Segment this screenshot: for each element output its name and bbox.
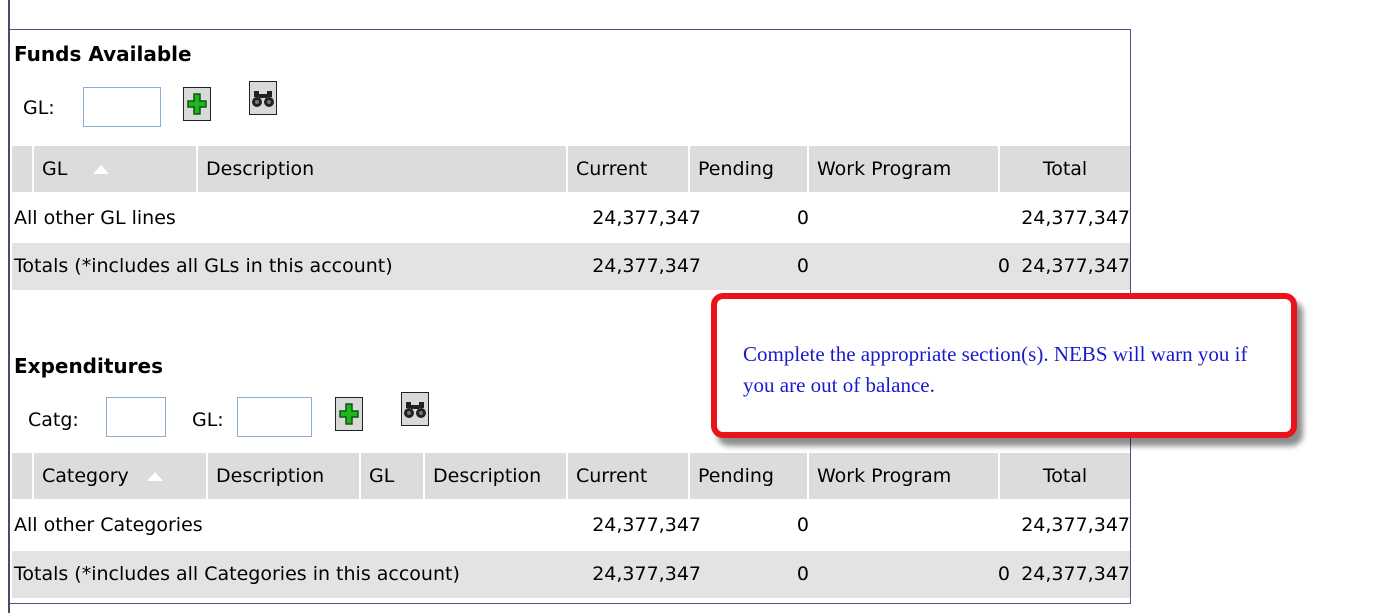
plus-icon [339,403,359,425]
table-row-totals: Totals (*includes all GLs in this accoun… [12,243,1130,290]
table-row: All other Categories 24,377,347 0 24,377… [12,502,1130,549]
row-label: All other GL lines [14,207,176,229]
funds-grid-header: GL Description Current Pending Work Prog… [12,146,1130,192]
funds-gl-input[interactable] [83,87,161,127]
cell-pending: 0 [796,207,809,229]
expenditures-grid-header: Category Description GL Description Curr… [12,453,1130,499]
cell-pending: 0 [796,563,809,585]
row-label: All other Categories [14,514,203,536]
expenditures-search-button[interactable] [401,392,429,426]
column-header-gl[interactable]: GL [34,146,198,192]
column-header-gl-label: GL [42,158,68,180]
callout-text: Complete the appropriate section(s). NEB… [743,342,1248,397]
column-header-pending[interactable]: Pending [690,146,809,192]
expenditures-catg-label: Catg: [28,409,79,431]
column-header-work-program[interactable]: Work Program [809,453,1000,499]
row-label: Totals (*includes all GLs in this accoun… [14,255,393,277]
expenditures-gl-label: GL: [192,409,224,431]
column-header-current[interactable]: Current [568,453,690,499]
column-header-category-description[interactable]: Description [208,453,361,499]
plus-icon [187,93,207,115]
table-row: All other GL lines 24,377,347 0 24,377,3… [12,195,1130,242]
header-spacer [12,453,34,499]
cell-total: 24,377,347 [1021,563,1130,585]
expenditures-catg-input[interactable] [106,397,166,437]
column-header-description[interactable]: Description [198,146,568,192]
expenditures-add-button[interactable] [335,397,363,431]
cell-work-program [809,195,1000,242]
binoculars-icon [404,402,426,418]
instruction-callout: Complete the appropriate section(s). NEB… [711,293,1297,438]
column-header-work-program[interactable]: Work Program [809,146,1000,192]
column-header-pending[interactable]: Pending [690,453,809,499]
cell-pending: 0 [796,255,809,277]
cell-work-program: 0 [997,563,1010,585]
column-header-gl-description[interactable]: Description [425,453,568,499]
cell-current: 24,377,347 [592,514,701,536]
cell-total: 24,377,347 [1021,255,1130,277]
column-header-total[interactable]: Total [1000,146,1130,192]
funds-add-button[interactable] [183,87,211,121]
sort-ascending-icon [146,472,163,481]
binoculars-icon [252,91,274,107]
column-header-category-label: Category [42,465,129,487]
funds-available-title: Funds Available [14,42,192,66]
cell-current: 24,377,347 [592,563,701,585]
cell-current: 24,377,347 [592,207,701,229]
cell-work-program: 0 [997,255,1010,277]
column-header-current[interactable]: Current [568,146,690,192]
row-label: Totals (*includes all Categories in this… [14,563,460,585]
expenditures-title: Expenditures [14,354,163,378]
expenditures-gl-input[interactable] [237,397,312,437]
cell-pending: 0 [796,514,809,536]
column-header-total[interactable]: Total [1000,453,1130,499]
header-spacer [12,146,34,192]
sort-ascending-icon [93,165,110,174]
column-header-gl[interactable]: GL [361,453,425,499]
cell-current: 24,377,347 [592,255,701,277]
cell-total: 24,377,347 [1021,514,1130,536]
cell-work-program [809,502,1000,549]
table-row-totals: Totals (*includes all Categories in this… [12,551,1130,598]
cell-total: 24,377,347 [1021,207,1130,229]
column-header-category[interactable]: Category [34,453,208,499]
funds-search-button[interactable] [249,81,277,115]
funds-gl-label: GL: [23,97,55,119]
